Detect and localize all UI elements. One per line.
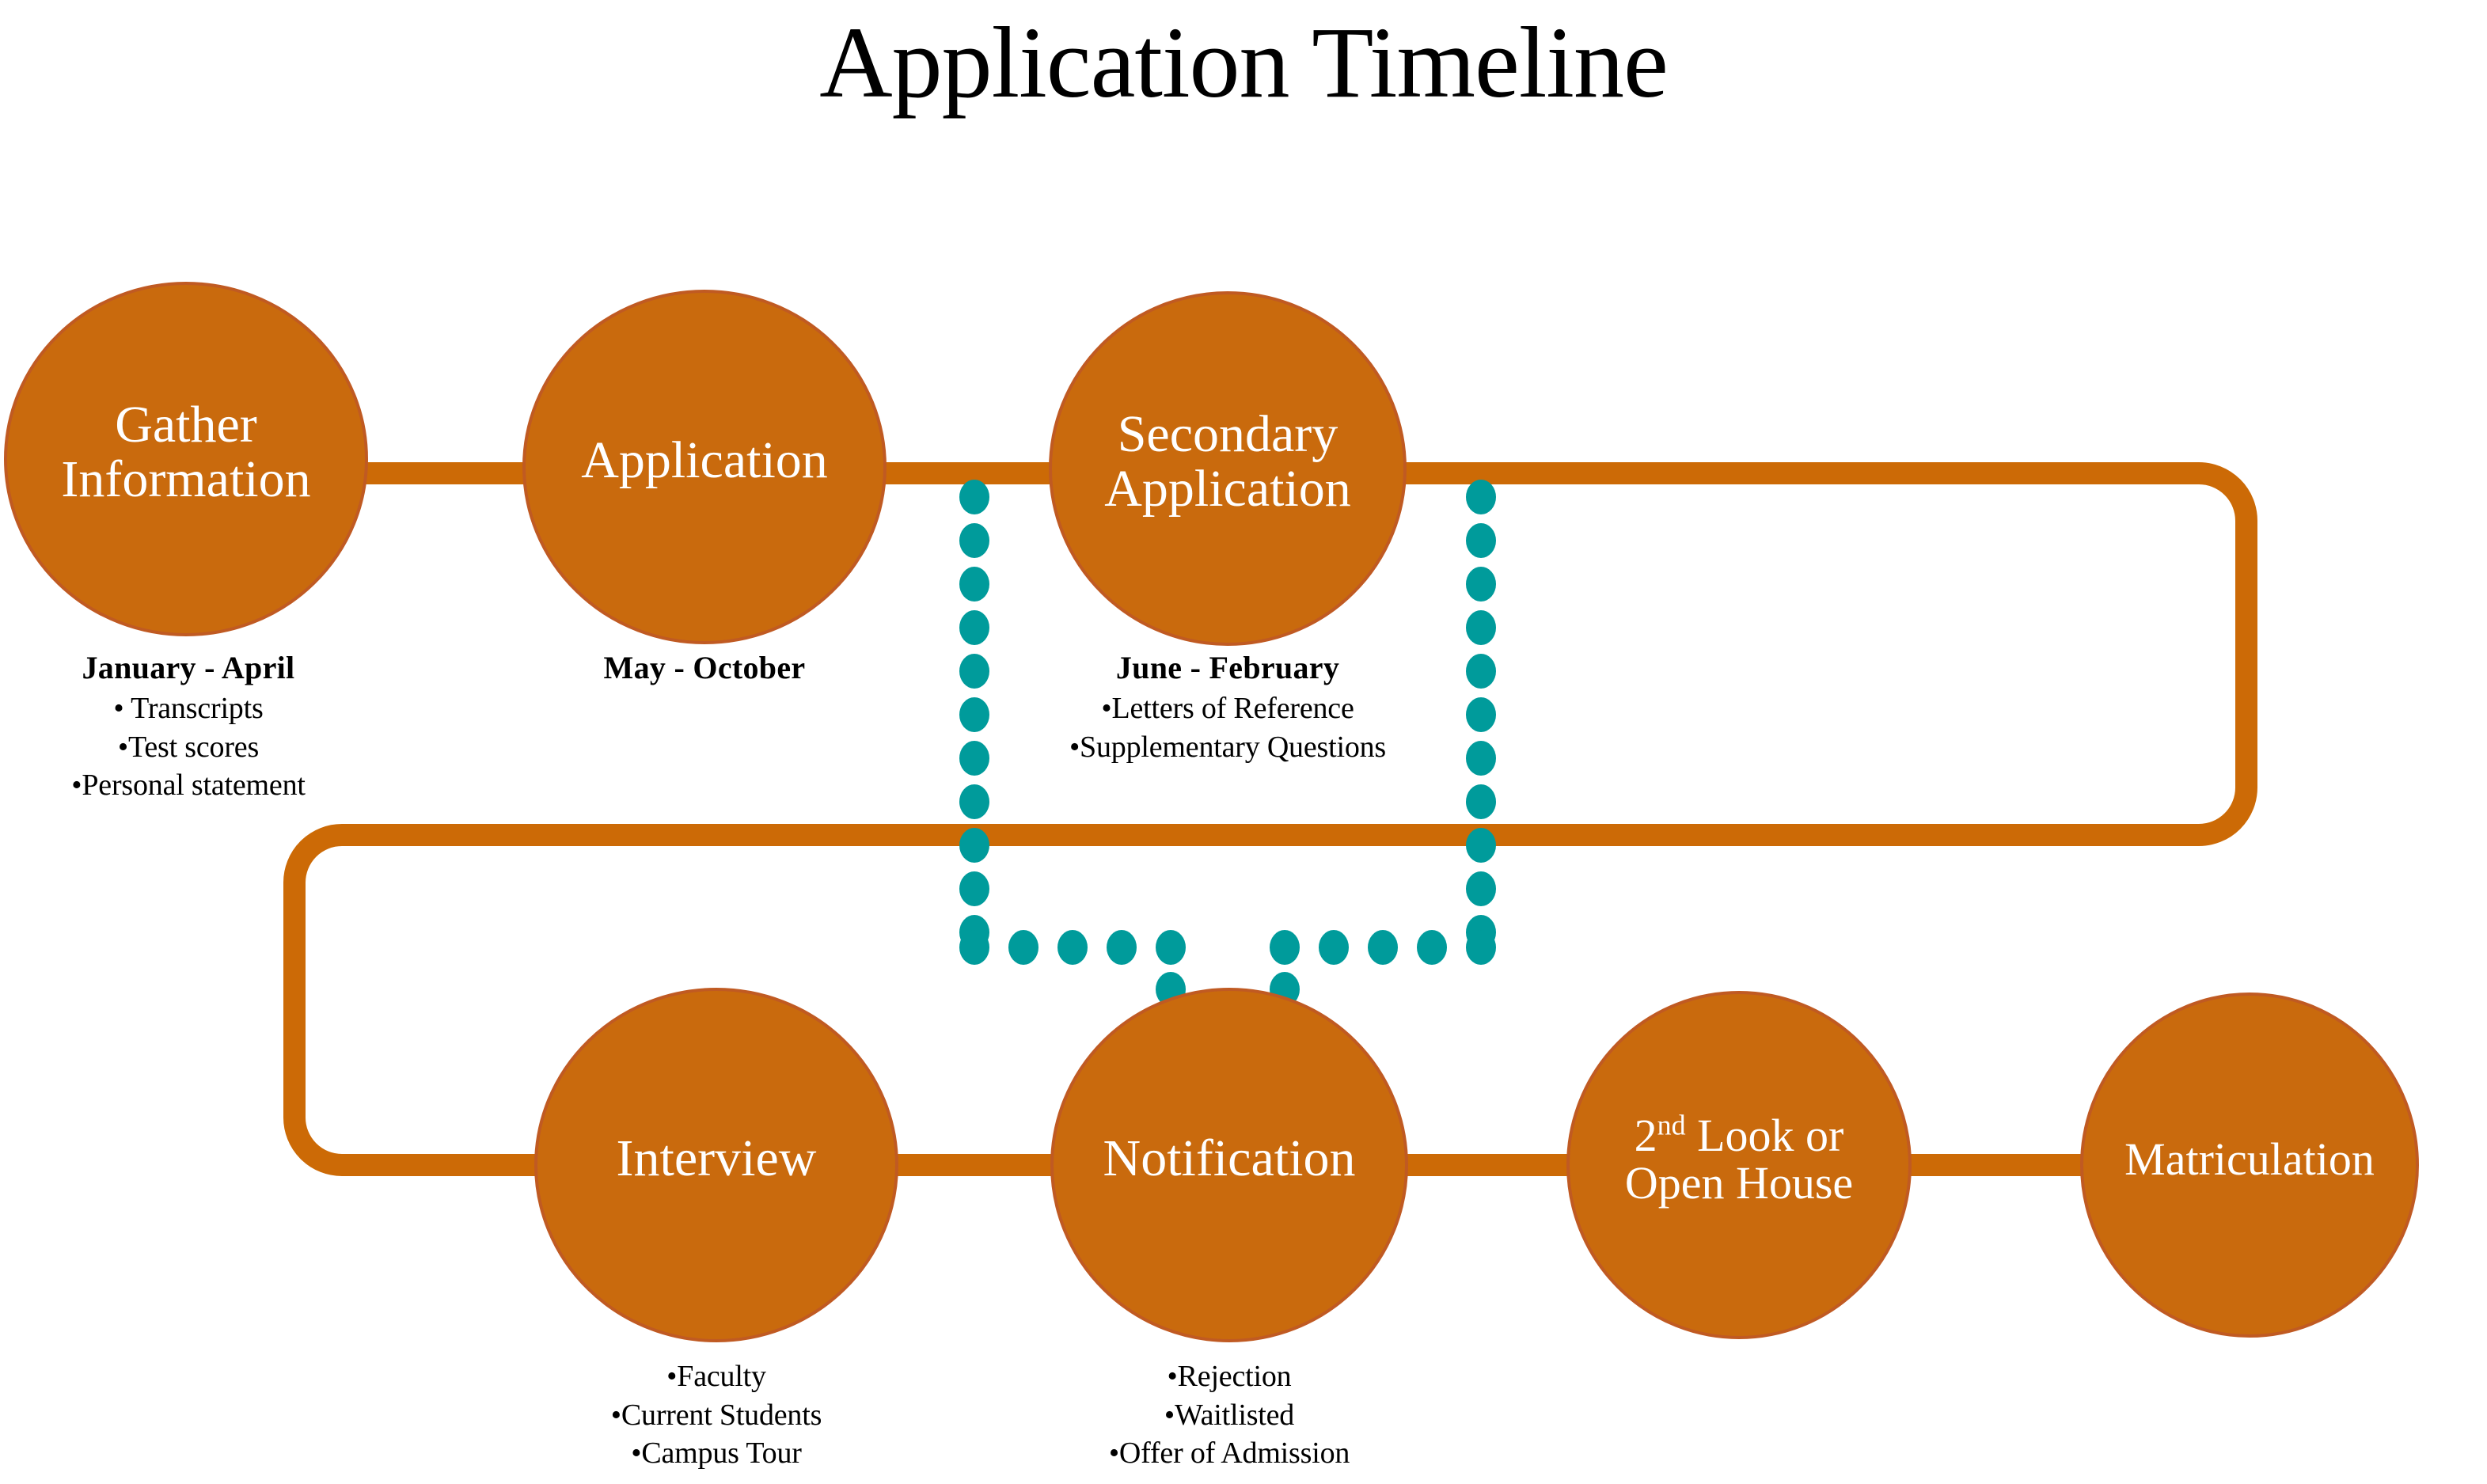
node-circle-secondary-application[interactable]	[1049, 291, 1407, 646]
node-circle-gather-information[interactable]	[4, 282, 368, 636]
dotted-path-dot	[959, 930, 989, 965]
node-circles	[4, 282, 2419, 1342]
caption-bullet: •Test scores	[117, 730, 260, 764]
dotted-path-dot	[1466, 828, 1496, 863]
dotted-path-dot	[1107, 930, 1137, 965]
node-caption-secondary-application: June - February •Letters of Reference •Sup…	[871, 649, 1584, 766]
dotted-path-dot	[1466, 523, 1496, 558]
dotted-path-dot	[1466, 480, 1496, 514]
dotted-path-dot	[959, 523, 989, 558]
caption-bullet: •Rejection	[1167, 1360, 1292, 1393]
node-circle-matriculation[interactable]	[2080, 992, 2419, 1338]
diagram-canvas: Application Timeline Gather Information Ap…	[0, 0, 2487, 1484]
dotted-path-dot	[1270, 930, 1300, 965]
dotted-path-dot	[959, 828, 989, 863]
dotted-path-dot	[1466, 610, 1496, 645]
dotted-path-dot	[1319, 930, 1349, 965]
node-circle-application[interactable]	[522, 290, 887, 644]
dotted-path-dot	[959, 480, 989, 514]
caption-bullet: •Supplementary Questions	[1069, 730, 1387, 764]
node-circle-notification[interactable]	[1050, 988, 1408, 1342]
dotted-path-dot	[1466, 784, 1496, 819]
caption-bullet: •Offer of Admission	[1108, 1437, 1350, 1471]
caption-bullet: • Transcripts	[113, 692, 264, 725]
dotted-path-dot	[1466, 871, 1496, 906]
caption-bullet: •Waitlisted	[1164, 1398, 1295, 1432]
node-caption-notification: •Rejection •Waitlisted •Offer of Admission	[873, 1357, 1585, 1473]
dotted-path-dot	[959, 567, 989, 602]
node-circle-interview[interactable]	[534, 988, 898, 1342]
node-circle-second-look-or-open-house[interactable]	[1566, 991, 1912, 1339]
dotted-path-dot	[1057, 930, 1088, 965]
dotted-path-dot	[1156, 930, 1186, 965]
dotted-path-dot	[959, 610, 989, 645]
caption-bullet: •Letters of Reference	[1101, 692, 1354, 725]
dotted-path-dot	[1368, 930, 1398, 965]
caption-date-secondary-application: June - February	[1115, 650, 1340, 685]
dotted-path-dot	[959, 784, 989, 819]
dotted-path-dot	[1008, 930, 1038, 965]
dotted-path-dot	[1466, 567, 1496, 602]
dotted-path-dot	[1417, 930, 1447, 965]
dotted-path-dot	[959, 871, 989, 906]
caption-bullet: •Personal statement	[71, 769, 306, 803]
dotted-path-dot	[1466, 930, 1496, 965]
